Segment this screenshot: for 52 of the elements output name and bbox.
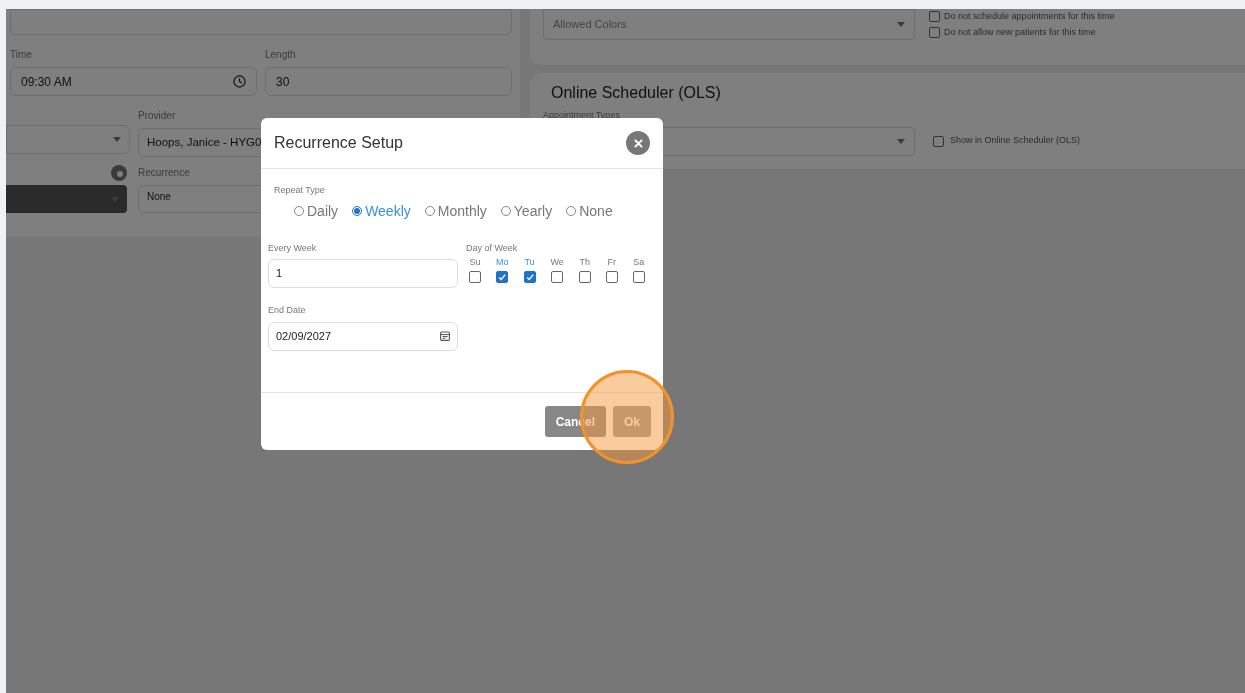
radio-label: Monthly	[437, 201, 487, 221]
day-label: Mo	[496, 256, 509, 269]
caret-icon	[897, 138, 905, 144]
checkbox[interactable]	[929, 11, 940, 23]
checkbox[interactable]	[605, 270, 618, 283]
section-title: Online Scheduler (OLS)	[551, 83, 722, 103]
field-label: Provider	[138, 109, 177, 123]
checkbox[interactable]	[632, 270, 645, 283]
length-field[interactable]: 30	[265, 67, 512, 96]
color-dropdown[interactable]	[6, 185, 127, 213]
calendar-icon	[440, 331, 450, 341]
radio-label: Daily	[307, 201, 339, 221]
field-label: Repeat Type	[274, 184, 326, 197]
field-label: Time	[10, 48, 33, 62]
field-label: End Date	[268, 304, 307, 317]
date-field[interactable]: 02/09/2027	[268, 321, 458, 351]
close-icon	[633, 138, 643, 148]
checkbox[interactable]	[523, 270, 536, 283]
day-label: Sa	[633, 256, 645, 269]
field-value: 09:30 AM	[21, 73, 72, 91]
checkbox[interactable]	[469, 270, 481, 283]
field-label: Every Week	[268, 241, 318, 255]
checkbox[interactable]	[578, 270, 591, 283]
radio-label: Yearly	[513, 201, 553, 221]
dialog-title: Recurrence Setup	[274, 133, 403, 153]
day-label: Th	[579, 256, 591, 269]
clock-icon	[233, 75, 246, 88]
checkbox[interactable]	[933, 135, 944, 147]
field-label: Length	[265, 48, 297, 62]
colors-dropdown[interactable]: Allowed Colors	[543, 9, 915, 40]
checkbox-label: Do not allow new patients for this time	[944, 25, 1096, 39]
placeholder: Allowed Colors	[553, 17, 627, 33]
checkbox[interactable]	[551, 270, 564, 283]
input-field[interactable]	[10, 9, 512, 35]
day-label: Fr	[607, 256, 617, 269]
input-field[interactable]: 1	[268, 259, 458, 288]
radio-label: Weekly	[365, 201, 411, 221]
checkbox-label: Show in Online Scheduler (OLS)	[950, 134, 1081, 148]
close-button[interactable]	[626, 131, 650, 155]
field-label: Recurrence	[138, 166, 191, 180]
checkbox-label: Do not schedule appointments for this time	[944, 10, 1115, 23]
caret-icon	[897, 22, 905, 27]
checkbox[interactable]	[929, 26, 940, 38]
time-field[interactable]: 09:30 AM	[10, 67, 257, 96]
day-label: We	[550, 256, 564, 269]
field-value: 02/09/2027	[276, 328, 332, 344]
day-label: Tu	[524, 256, 535, 269]
field-label: Day of Week	[466, 241, 519, 255]
radio-label: None	[579, 201, 613, 221]
caret-icon	[113, 137, 121, 142]
checkbox[interactable]	[496, 270, 509, 283]
day-label: Su	[469, 256, 481, 269]
